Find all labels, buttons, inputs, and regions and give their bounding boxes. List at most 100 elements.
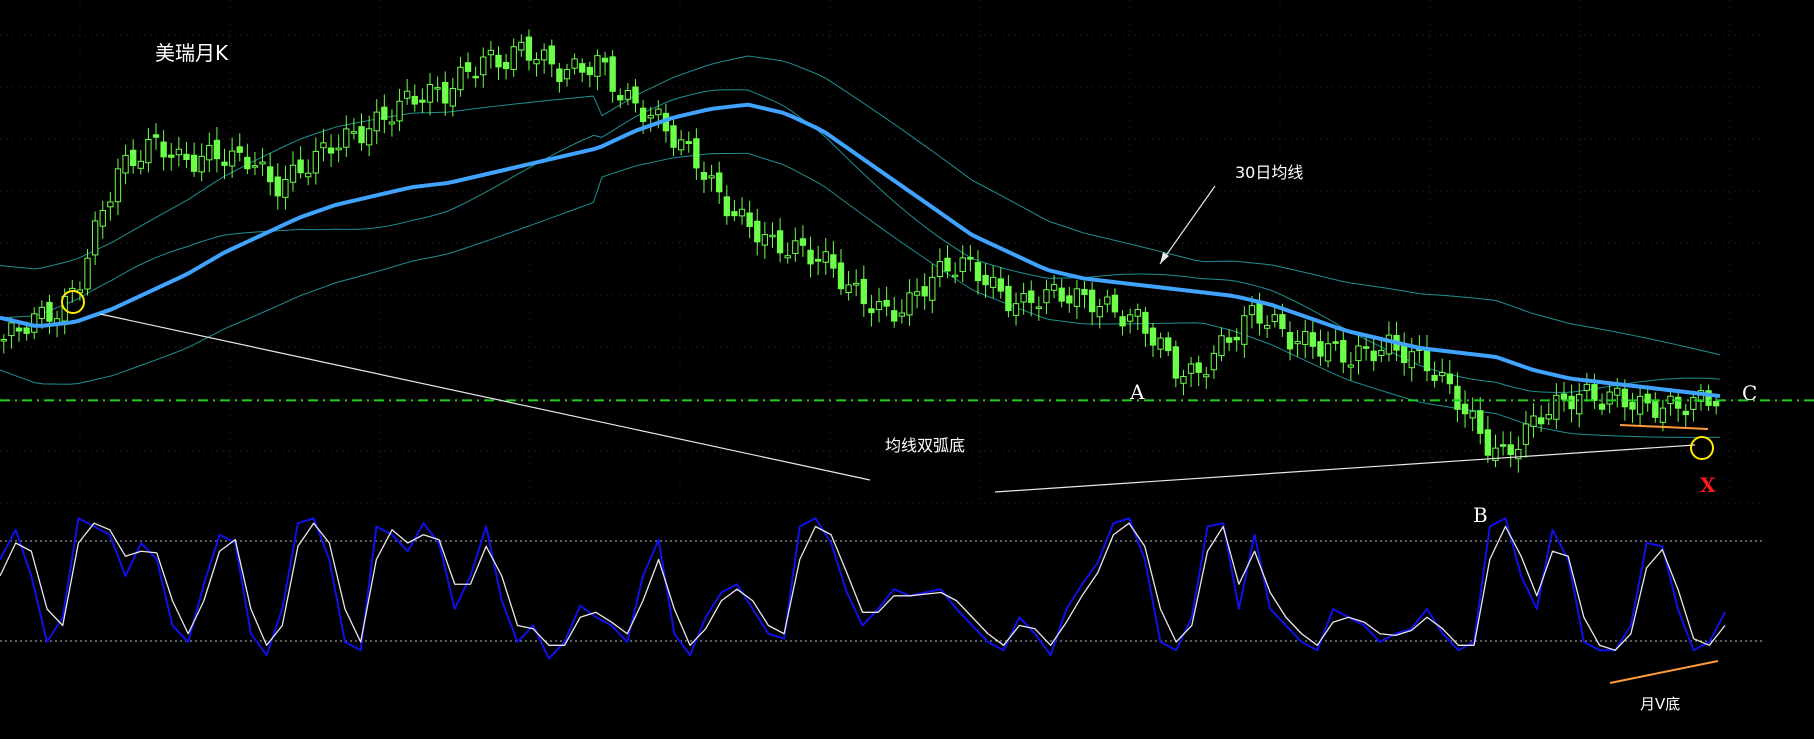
candle-body xyxy=(1446,373,1453,385)
candle-body xyxy=(206,145,213,161)
candle-body xyxy=(647,114,654,119)
candle-body xyxy=(792,240,799,254)
candle-body xyxy=(373,111,380,132)
candle-body xyxy=(1119,316,1126,327)
candles xyxy=(0,29,1720,473)
candle-body xyxy=(921,286,928,297)
candle-body xyxy=(1606,391,1613,405)
candle-body xyxy=(1256,302,1263,324)
candle-body xyxy=(1203,374,1210,378)
candle-body xyxy=(929,276,936,301)
osc-label: 月V底 xyxy=(1640,695,1680,713)
candle-body xyxy=(723,196,730,217)
candle-body xyxy=(137,160,144,169)
candle-body xyxy=(624,90,632,100)
candle-body xyxy=(944,257,951,272)
candle-body xyxy=(145,138,152,164)
candle-body xyxy=(23,327,30,334)
candle-body xyxy=(639,107,647,122)
candle-body xyxy=(891,310,898,322)
candle-body xyxy=(251,165,259,168)
candle-body xyxy=(381,106,388,120)
candle-body xyxy=(533,59,540,65)
point-c-label: C xyxy=(1742,381,1757,405)
candle-body xyxy=(1317,341,1324,357)
candle-body xyxy=(784,255,791,259)
candle-body xyxy=(807,249,814,265)
candle-body xyxy=(282,178,289,198)
candle-body xyxy=(1431,374,1438,381)
candle-body xyxy=(487,49,495,56)
candle-body xyxy=(1233,336,1240,341)
candle-body xyxy=(183,153,190,161)
candle-body xyxy=(175,148,183,156)
candle-body xyxy=(99,209,106,227)
candle-body xyxy=(84,257,91,290)
candle-body xyxy=(1309,332,1316,347)
point-a-label: A xyxy=(1129,380,1145,404)
candle-body xyxy=(1127,314,1134,322)
candle-body xyxy=(1477,410,1484,434)
candle-body xyxy=(1302,330,1309,345)
candle-body xyxy=(267,166,274,183)
candle-body xyxy=(1629,401,1636,410)
candle-body xyxy=(1248,305,1256,316)
candle-body xyxy=(1225,337,1233,343)
candle-body xyxy=(1644,393,1651,404)
candle-body xyxy=(1659,407,1667,423)
candle-body xyxy=(1576,393,1583,415)
candle-body xyxy=(1066,295,1073,304)
candle-body xyxy=(853,282,860,286)
grid xyxy=(0,0,1765,505)
candle-body xyxy=(396,100,403,122)
stochastic-d-line xyxy=(0,522,1726,651)
candle-body xyxy=(8,322,15,337)
candle-body xyxy=(1058,287,1065,302)
candle-body xyxy=(754,220,761,243)
ma-label: 30日均线 xyxy=(1235,163,1303,182)
candle-body xyxy=(563,69,571,80)
candle-body xyxy=(799,238,807,246)
candle-body xyxy=(221,161,228,166)
candle-body xyxy=(442,81,449,104)
candle-body xyxy=(579,63,586,73)
candle-body xyxy=(472,75,479,79)
candle-body xyxy=(31,313,38,333)
candle-body xyxy=(15,327,23,332)
candle-body xyxy=(46,301,53,322)
orange-osc-line xyxy=(1609,660,1719,684)
candle-body xyxy=(320,142,327,149)
candle-body xyxy=(670,125,677,148)
candle-body xyxy=(1271,314,1278,323)
candle-body xyxy=(837,262,845,290)
candle-body xyxy=(609,56,616,92)
candle-body xyxy=(1165,337,1172,352)
candle-body xyxy=(1073,288,1081,307)
candle-body xyxy=(769,234,776,238)
candle-body xyxy=(1324,343,1332,362)
candle-body xyxy=(365,128,373,146)
candle-body xyxy=(1218,335,1225,357)
candle-body xyxy=(967,257,974,260)
candle-body xyxy=(1400,345,1408,364)
candle-body xyxy=(464,62,472,72)
candle-body xyxy=(502,61,510,70)
candle-body xyxy=(343,128,350,148)
candle-body xyxy=(1362,346,1370,349)
candle-body xyxy=(1499,444,1507,447)
candle-body xyxy=(1180,375,1187,384)
candle-body xyxy=(244,156,251,170)
candle-body xyxy=(1370,350,1377,362)
candle-body xyxy=(746,212,753,227)
candle-body xyxy=(1598,403,1606,410)
candle-body xyxy=(335,147,342,151)
candle-body xyxy=(1560,393,1568,400)
candle-body xyxy=(601,57,609,63)
candle-body xyxy=(1553,394,1560,420)
candle-body xyxy=(122,154,129,174)
candle-body xyxy=(0,339,7,342)
candle-body xyxy=(1690,397,1697,410)
trendline-right xyxy=(994,444,1696,493)
candle-body xyxy=(1636,395,1644,415)
candle-body xyxy=(198,155,205,173)
